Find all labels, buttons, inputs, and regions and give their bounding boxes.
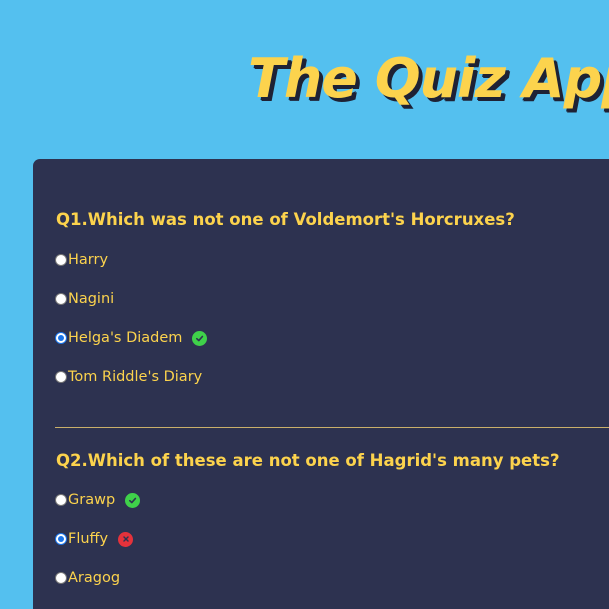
x-circle-icon	[118, 531, 134, 547]
question-divider	[55, 427, 609, 428]
radio-button[interactable]	[55, 572, 67, 584]
radio-button[interactable]	[55, 293, 67, 305]
option-label: Nagini	[68, 291, 115, 307]
option-harry[interactable]: Harry	[55, 250, 108, 270]
option-label: Aragog	[68, 570, 121, 586]
check-circle-icon	[192, 330, 208, 346]
radio-button[interactable]	[55, 371, 67, 383]
quiz-card: Q1.Which was not one of Voldemort's Horc…	[33, 159, 609, 609]
option-nagini[interactable]: Nagini	[55, 289, 114, 309]
radio-button-selected[interactable]	[55, 533, 67, 545]
radio-button[interactable]	[55, 254, 67, 266]
option-tom-riddles-diary[interactable]: Tom Riddle's Diary	[55, 367, 202, 387]
check-circle-icon	[125, 492, 141, 508]
option-grawp[interactable]: Grawp	[55, 490, 141, 510]
quiz-page: The Quiz App Q1.Which was not one of Vol…	[0, 0, 609, 609]
option-label: Grawp	[68, 492, 116, 508]
option-aragog[interactable]: Aragog	[55, 568, 120, 588]
option-label: Harry	[68, 252, 109, 268]
option-fluffy[interactable]: Fluffy	[55, 529, 134, 549]
option-label: Helga's Diadem	[68, 330, 183, 346]
option-helgas-diadem[interactable]: Helga's Diadem	[55, 328, 208, 348]
option-label: Tom Riddle's Diary	[68, 369, 203, 385]
radio-button[interactable]	[55, 494, 67, 506]
app-title: The Quiz App	[248, 47, 609, 110]
question-text: Q2.Which of these are not one of Hagrid'…	[56, 451, 560, 470]
question-text: Q1.Which was not one of Voldemort's Horc…	[56, 210, 515, 229]
radio-button-selected[interactable]	[55, 332, 67, 344]
option-label: Fluffy	[68, 531, 109, 547]
